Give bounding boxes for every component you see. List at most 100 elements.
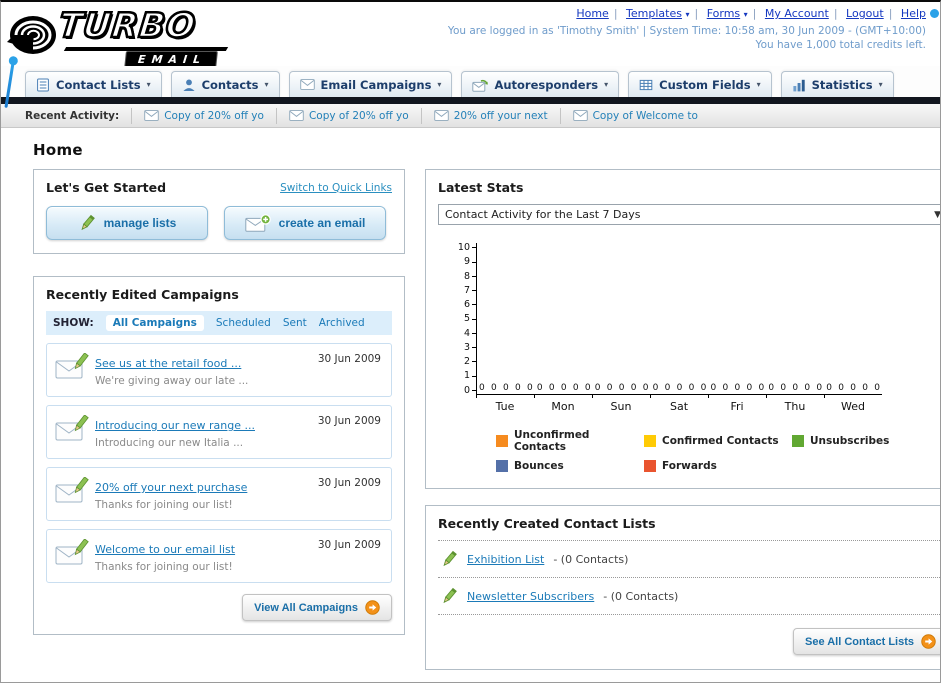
contact-activity-chart: 10 9 8 7 6 5 4 3 2 1 0 000000000000000000000000000… [438,243,940,472]
campaign-title-link[interactable]: 20% off your next purchase [95,481,247,494]
top-link-forms[interactable]: Forms [707,7,740,20]
stats-period-dropdown[interactable]: Contact Activity for the Last 7 Days ▼ [438,204,940,225]
bar-value-label: 0 [652,383,659,393]
get-started-title: Let's Get Started [46,180,167,195]
bar-value-label: 0 [491,383,497,393]
envelope-icon [300,79,315,90]
filter-sent[interactable]: Sent [283,317,307,329]
filter-all-campaigns[interactable]: All Campaigns [105,315,204,331]
nav-divider-bar [1,97,940,104]
chevron-down-icon: ▾ [437,80,442,89]
bar-value-label: 0 [527,383,533,393]
bar-group: 00000 [651,243,709,394]
tab-custom-fields[interactable]: Custom Fields ▾ [628,71,772,97]
filter-scheduled[interactable]: Scheduled [216,317,271,329]
bar-value-label: 0 [560,383,567,393]
campaign-list-item[interactable]: Welcome to our email list Thanks for joi… [46,529,392,583]
campaign-title-link[interactable]: Welcome to our email list [95,543,235,556]
bar-value-label: 0 [515,383,521,393]
chevron-down-icon: ▾ [685,10,690,19]
bar-value-label: 0 [768,383,775,393]
legend-item: Forwards [644,460,792,472]
bar-value-label: 0 [630,383,637,393]
arrow-circle-icon [365,600,380,615]
bar-value-label: 0 [804,383,811,393]
logo-text-primary: TURBO [56,5,200,48]
recent-activity-item[interactable]: Copy of 20% off yo [131,107,276,124]
top-link-my-account[interactable]: My Account [765,7,829,20]
swirl-logo-icon [7,16,56,54]
filter-archived[interactable]: Archived [319,317,365,329]
top-link-help[interactable]: Help [901,7,926,20]
manage-lists-button[interactable]: manage lists [46,206,208,240]
chart-legend: Unconfirmed Contacts Confirmed Contacts Un… [496,429,940,472]
bar-value-label: 0 [618,383,625,393]
pencil-icon [78,214,96,232]
bar-group: 00000 [766,243,824,394]
x-axis-label: Thu [766,394,824,413]
list-icon [36,78,50,92]
contact-list-link[interactable]: Newsletter Subscribers [467,590,594,603]
top-link-home[interactable]: Home [576,7,608,20]
campaign-title-link[interactable]: Introducing our new range ... [95,419,255,432]
switch-quick-links-link[interactable]: Switch to Quick Links [280,182,392,194]
bar-value-label: 0 [642,383,649,393]
create-email-button[interactable]: create an email [224,206,386,240]
campaign-title-link[interactable]: See us at the retail food ... [95,357,241,370]
bar-value-label: 0 [700,383,707,393]
pencil-icon [440,587,458,605]
campaign-subtitle: We're giving away our late ... [95,375,249,387]
bar-value-label: 0 [734,383,741,393]
app-window: TURBO EMAIL Home | Templates ▾ | Forms ▾ | … [0,0,941,683]
recent-activity-item[interactable]: Copy of 20% off yo [275,107,421,124]
x-axis-label: Sat [650,394,708,413]
show-label: SHOW: [53,317,94,329]
top-link-logout[interactable]: Logout [846,7,884,20]
legend-item: Bounces [496,460,644,472]
chevron-down-icon: ▾ [756,80,761,89]
top-link-templates[interactable]: Templates [626,7,682,20]
bar-value-label: 0 [850,383,856,393]
campaign-list-item[interactable]: Introducing our new range ... Introducin… [46,405,392,459]
see-all-contact-lists-button[interactable]: See All Contact Lists [792,628,940,655]
campaign-list-item[interactable]: See us at the retail food ... We're givi… [46,343,392,397]
tab-autoresponders[interactable]: Autoresponders ▾ [461,71,620,97]
bar-group: 00000 [708,243,766,394]
header-right: Home | Templates ▾ | Forms ▾ | My Account | … [448,7,926,51]
credits-status-text: You have 1,000 total credits left. [755,39,926,51]
recent-activity-item[interactable]: 20% off your next [420,107,560,124]
legend-item: Confirmed Contacts [644,429,792,453]
bar-value-label: 0 [664,383,671,393]
contact-list-link[interactable]: Exhibition List [467,553,544,566]
legend-item: Unconfirmed Contacts [496,429,644,453]
bar-group: 00000 [824,243,882,394]
campaign-filters: SHOW: All Campaigns Scheduled Sent Archi… [46,311,392,335]
contact-list-item[interactable]: Exhibition List - (0 Contacts) [438,541,940,578]
chart-plot: 00000000000000000000000000000000000 [476,243,882,395]
tab-email-campaigns[interactable]: Email Campaigns ▾ [288,71,453,97]
campaign-list-item[interactable]: 20% off your next purchase Thanks for jo… [46,467,392,521]
chart-x-labels: Tue Mon Sun Sat Fri Thu Wed [476,394,882,413]
legend-swatch [644,435,656,447]
top-nav: Home | Templates ▾ | Forms ▾ | My Account | … [576,7,926,20]
latest-stats-title: Latest Stats [438,180,524,195]
bar-value-label: 0 [838,383,844,393]
recent-campaigns-panel: Recently Edited Campaigns SHOW: All Camp… [33,276,405,635]
contact-list-item[interactable]: Newsletter Subscribers - (0 Contacts) [438,578,940,615]
campaign-date: 30 Jun 2009 [317,353,381,365]
envelope-pencil-icon [55,477,89,504]
tab-contact-lists[interactable]: Contact Lists ▾ [25,71,162,97]
header: TURBO EMAIL Home | Templates ▾ | Forms ▾ | … [1,2,940,108]
tab-contacts[interactable]: Contacts ▾ [170,71,280,97]
recent-contact-lists-title: Recently Created Contact Lists [438,516,940,541]
x-axis-label: Tue [476,394,534,413]
main-nav: Contact Lists ▾ Contacts ▾ Email Campaigns… [1,66,940,97]
envelope-pencil-icon [55,415,89,442]
tab-statistics[interactable]: Statistics ▾ [780,71,894,97]
chart-y-axis: 10 9 8 7 6 5 4 3 2 1 0 [452,243,476,395]
view-all-campaigns-button[interactable]: View All Campaigns [242,594,392,621]
page-title: Home [33,141,83,159]
chevron-down-icon: ▾ [146,80,151,89]
bar-value-label: 0 [862,383,868,393]
recent-activity-item[interactable]: Copy of Welcome to [559,107,710,124]
